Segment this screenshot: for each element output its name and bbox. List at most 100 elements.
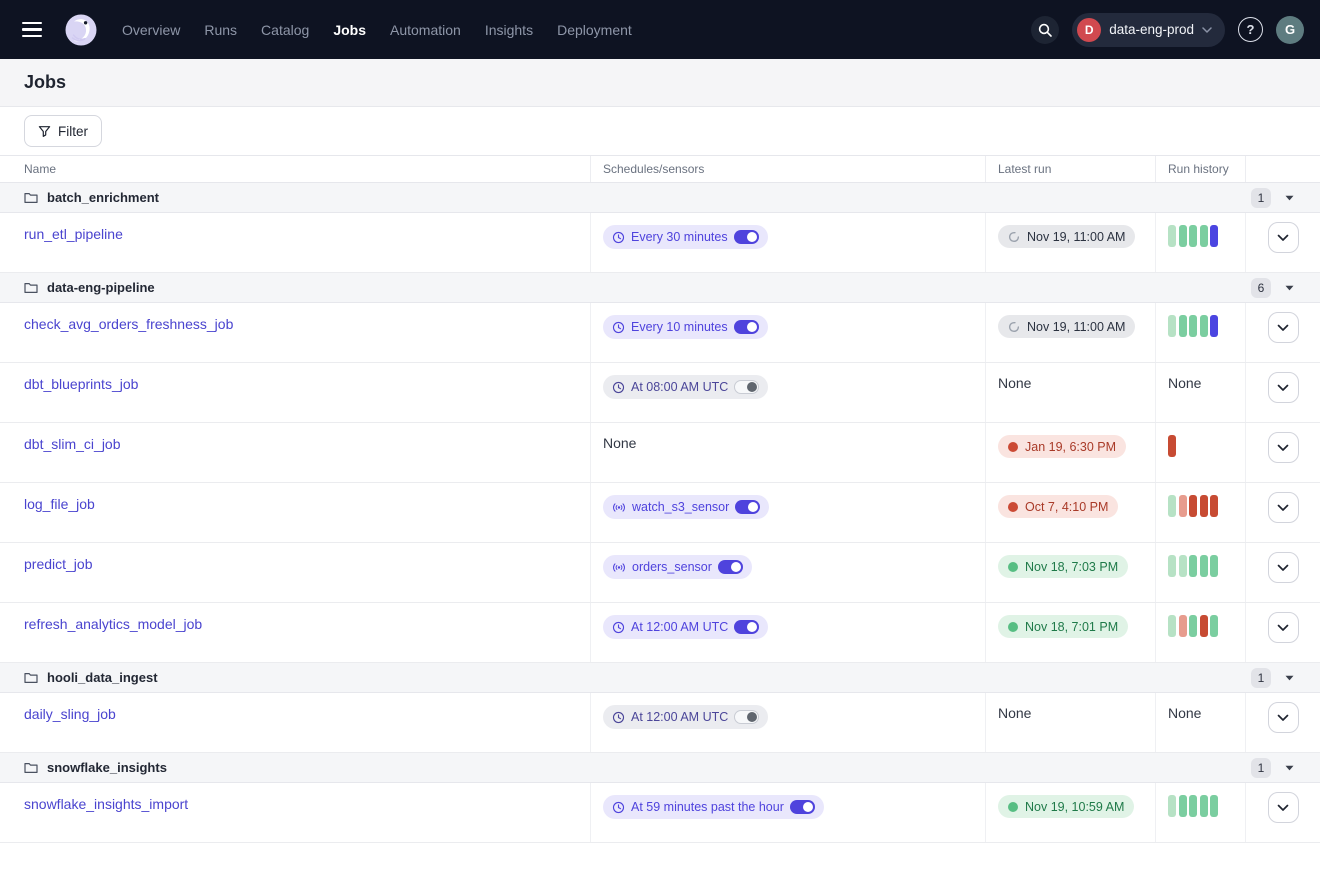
schedule-toggle[interactable] [790, 800, 815, 814]
user-avatar[interactable]: G [1276, 16, 1304, 44]
run-history-bar-green[interactable] [1200, 795, 1208, 817]
job-link[interactable]: refresh_analytics_model_job [24, 616, 202, 632]
group-collapse-toggle[interactable] [1285, 675, 1294, 681]
run-history-bar-lightgreen[interactable] [1168, 555, 1176, 577]
job-link[interactable]: check_avg_orders_freshness_job [24, 316, 233, 332]
nav-item-jobs[interactable]: Jobs [333, 22, 366, 38]
sensor-pill[interactable]: orders_sensor [603, 555, 752, 579]
schedule-toggle[interactable] [734, 320, 759, 334]
group-row-snowflake_insights[interactable]: snowflake_insights1 [0, 753, 1320, 783]
sensor-pill[interactable]: watch_s3_sensor [603, 495, 769, 519]
run-history-bar-green[interactable] [1210, 795, 1218, 817]
nav-item-insights[interactable]: Insights [485, 22, 533, 38]
job-expand-button[interactable] [1268, 222, 1299, 253]
run-history-bar-green[interactable] [1179, 225, 1187, 247]
filter-button[interactable]: Filter [24, 115, 102, 147]
run-history-bar-red[interactable] [1168, 435, 1176, 457]
run-history-bar-green[interactable] [1179, 795, 1187, 817]
group-row-hooli_data_ingest[interactable]: hooli_data_ingest1 [0, 663, 1320, 693]
job-expand-button[interactable] [1268, 492, 1299, 523]
run-history-bar-lightgreen[interactable] [1179, 555, 1187, 577]
schedule-pill[interactable]: At 12:00 AM UTC [603, 705, 768, 729]
run-history-bar-green[interactable] [1189, 315, 1197, 337]
run-history-bar-lightgreen[interactable] [1168, 315, 1176, 337]
run-history-bars[interactable] [1168, 615, 1218, 637]
latest-run-pill[interactable]: Nov 18, 7:03 PM [998, 555, 1128, 578]
schedule-pill[interactable]: At 12:00 AM UTC [603, 615, 768, 639]
schedule-toggle[interactable] [734, 230, 759, 244]
run-history-bar-red[interactable] [1210, 495, 1218, 517]
run-history-bar-lightgreen[interactable] [1168, 615, 1176, 637]
schedule-pill[interactable]: Every 10 minutes [603, 315, 768, 339]
schedule-toggle[interactable] [734, 620, 759, 634]
job-expand-button[interactable] [1268, 372, 1299, 403]
group-row-data-eng-pipeline[interactable]: data-eng-pipeline6 [0, 273, 1320, 303]
nav-item-overview[interactable]: Overview [122, 22, 180, 38]
run-history-bars[interactable] [1168, 495, 1218, 517]
job-link[interactable]: daily_sling_job [24, 706, 116, 722]
group-collapse-toggle[interactable] [1285, 195, 1294, 201]
run-history-bars[interactable] [1168, 435, 1176, 457]
job-link[interactable]: predict_job [24, 556, 93, 572]
job-expand-button[interactable] [1268, 432, 1299, 463]
schedule-pill[interactable]: At 59 minutes past the hour [603, 795, 824, 819]
latest-run-pill[interactable]: Nov 19, 11:00 AM [998, 315, 1135, 338]
schedule-pill[interactable]: Every 30 minutes [603, 225, 768, 249]
deployment-switcher[interactable]: D data-eng-prod [1072, 13, 1225, 47]
nav-item-runs[interactable]: Runs [204, 22, 237, 38]
help-button[interactable]: ? [1238, 17, 1263, 42]
run-history-bar-green[interactable] [1179, 315, 1187, 337]
latest-run-pill[interactable]: Oct 7, 4:10 PM [998, 495, 1118, 518]
schedule-toggle[interactable] [735, 500, 760, 514]
run-history-bar-green[interactable] [1189, 555, 1197, 577]
job-expand-button[interactable] [1268, 612, 1299, 643]
run-history-bar-blue[interactable] [1210, 315, 1218, 337]
nav-item-automation[interactable]: Automation [390, 22, 461, 38]
latest-run-pill[interactable]: Nov 19, 10:59 AM [998, 795, 1134, 818]
job-expand-button[interactable] [1268, 552, 1299, 583]
latest-run-pill[interactable]: Nov 18, 7:01 PM [998, 615, 1128, 638]
run-history-bar-blue[interactable] [1210, 225, 1218, 247]
run-history-bar-green[interactable] [1200, 315, 1208, 337]
run-history-bar-salmon[interactable] [1179, 615, 1187, 637]
run-history-bar-green[interactable] [1210, 555, 1218, 577]
run-history-bar-green[interactable] [1200, 555, 1208, 577]
run-history-bar-green[interactable] [1189, 225, 1197, 247]
job-link[interactable]: snowflake_insights_import [24, 796, 188, 812]
run-history-bar-green[interactable] [1210, 615, 1218, 637]
job-link[interactable]: dbt_blueprints_job [24, 376, 138, 392]
run-history-bars[interactable] [1168, 555, 1218, 577]
run-history-bars[interactable] [1168, 225, 1218, 247]
dagster-logo-icon[interactable] [62, 11, 100, 49]
job-expand-button[interactable] [1268, 312, 1299, 343]
job-link[interactable]: dbt_slim_ci_job [24, 436, 121, 452]
search-button[interactable] [1031, 16, 1059, 44]
nav-item-catalog[interactable]: Catalog [261, 22, 309, 38]
run-history-bar-green[interactable] [1189, 795, 1197, 817]
schedule-toggle[interactable] [718, 560, 743, 574]
latest-run-pill[interactable]: Nov 19, 11:00 AM [998, 225, 1135, 248]
latest-run-pill[interactable]: Jan 19, 6:30 PM [998, 435, 1126, 458]
menu-icon[interactable] [22, 16, 50, 44]
schedule-pill[interactable]: At 08:00 AM UTC [603, 375, 768, 399]
run-history-bar-red[interactable] [1200, 495, 1208, 517]
run-history-bar-red[interactable] [1200, 615, 1208, 637]
run-history-bars[interactable] [1168, 315, 1218, 337]
job-expand-button[interactable] [1268, 702, 1299, 733]
run-history-bar-green[interactable] [1200, 225, 1208, 247]
schedule-toggle[interactable] [734, 380, 759, 394]
job-expand-button[interactable] [1268, 792, 1299, 823]
run-history-bar-lightgreen[interactable] [1168, 225, 1176, 247]
group-collapse-toggle[interactable] [1285, 765, 1294, 771]
run-history-bars[interactable] [1168, 795, 1218, 817]
schedule-toggle[interactable] [734, 710, 759, 724]
group-collapse-toggle[interactable] [1285, 285, 1294, 291]
run-history-bar-green[interactable] [1189, 615, 1197, 637]
job-link[interactable]: log_file_job [24, 496, 95, 512]
run-history-bar-red[interactable] [1189, 495, 1197, 517]
job-link[interactable]: run_etl_pipeline [24, 226, 123, 242]
run-history-bar-salmon[interactable] [1179, 495, 1187, 517]
group-row-batch_enrichment[interactable]: batch_enrichment1 [0, 183, 1320, 213]
run-history-bar-lightgreen[interactable] [1168, 795, 1176, 817]
run-history-bar-lightgreen[interactable] [1168, 495, 1176, 517]
